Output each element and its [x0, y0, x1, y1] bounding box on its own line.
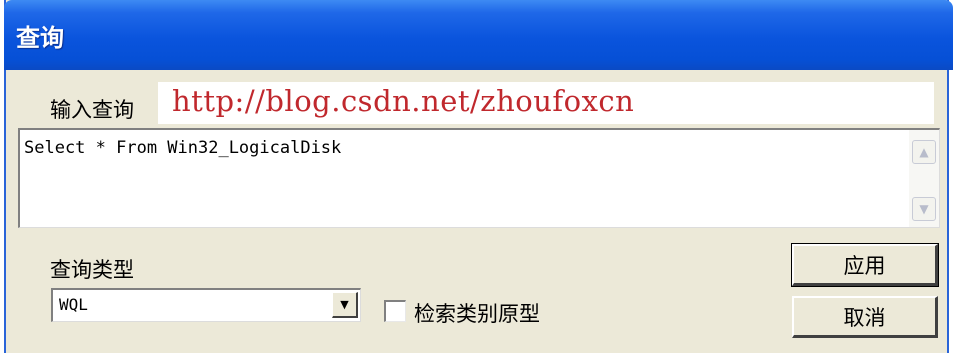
window-title: 查询: [16, 24, 64, 52]
apply-button[interactable]: 应用: [791, 243, 939, 287]
chevron-down-icon: ▼: [919, 202, 929, 216]
cancel-button[interactable]: 取消: [792, 296, 938, 338]
query-label: 输入查询: [50, 98, 134, 122]
chevron-down-icon: ▼: [340, 298, 349, 311]
chevron-up-icon: ▲: [919, 145, 929, 159]
query-type-label: 查询类型: [50, 258, 134, 282]
query-type-value: WQL: [59, 295, 88, 314]
scroll-up-button[interactable]: ▲: [912, 140, 936, 164]
watermark-url: http://blog.csdn.net/zhoufoxcn: [172, 84, 635, 118]
scroll-down-button[interactable]: ▼: [912, 197, 936, 221]
vertical-scrollbar[interactable]: ▲ ▼: [909, 130, 939, 227]
query-text: Select * From Win32_LogicalDisk: [24, 138, 342, 158]
dropdown-button[interactable]: ▼: [332, 292, 358, 318]
query-textarea[interactable]: Select * From Win32_LogicalDisk ▲ ▼: [18, 128, 940, 228]
prototype-checkbox-label[interactable]: 检索类别原型: [414, 298, 540, 328]
title-bar[interactable]: 查询: [4, 0, 953, 70]
query-type-select[interactable]: WQL ▼: [51, 288, 361, 322]
watermark-strip: http://blog.csdn.net/zhoufoxcn: [158, 82, 934, 124]
prototype-checkbox[interactable]: [384, 300, 406, 322]
query-dialog: 查询 输入查询 http://blog.csdn.net/zhoufoxcn S…: [4, 0, 953, 353]
